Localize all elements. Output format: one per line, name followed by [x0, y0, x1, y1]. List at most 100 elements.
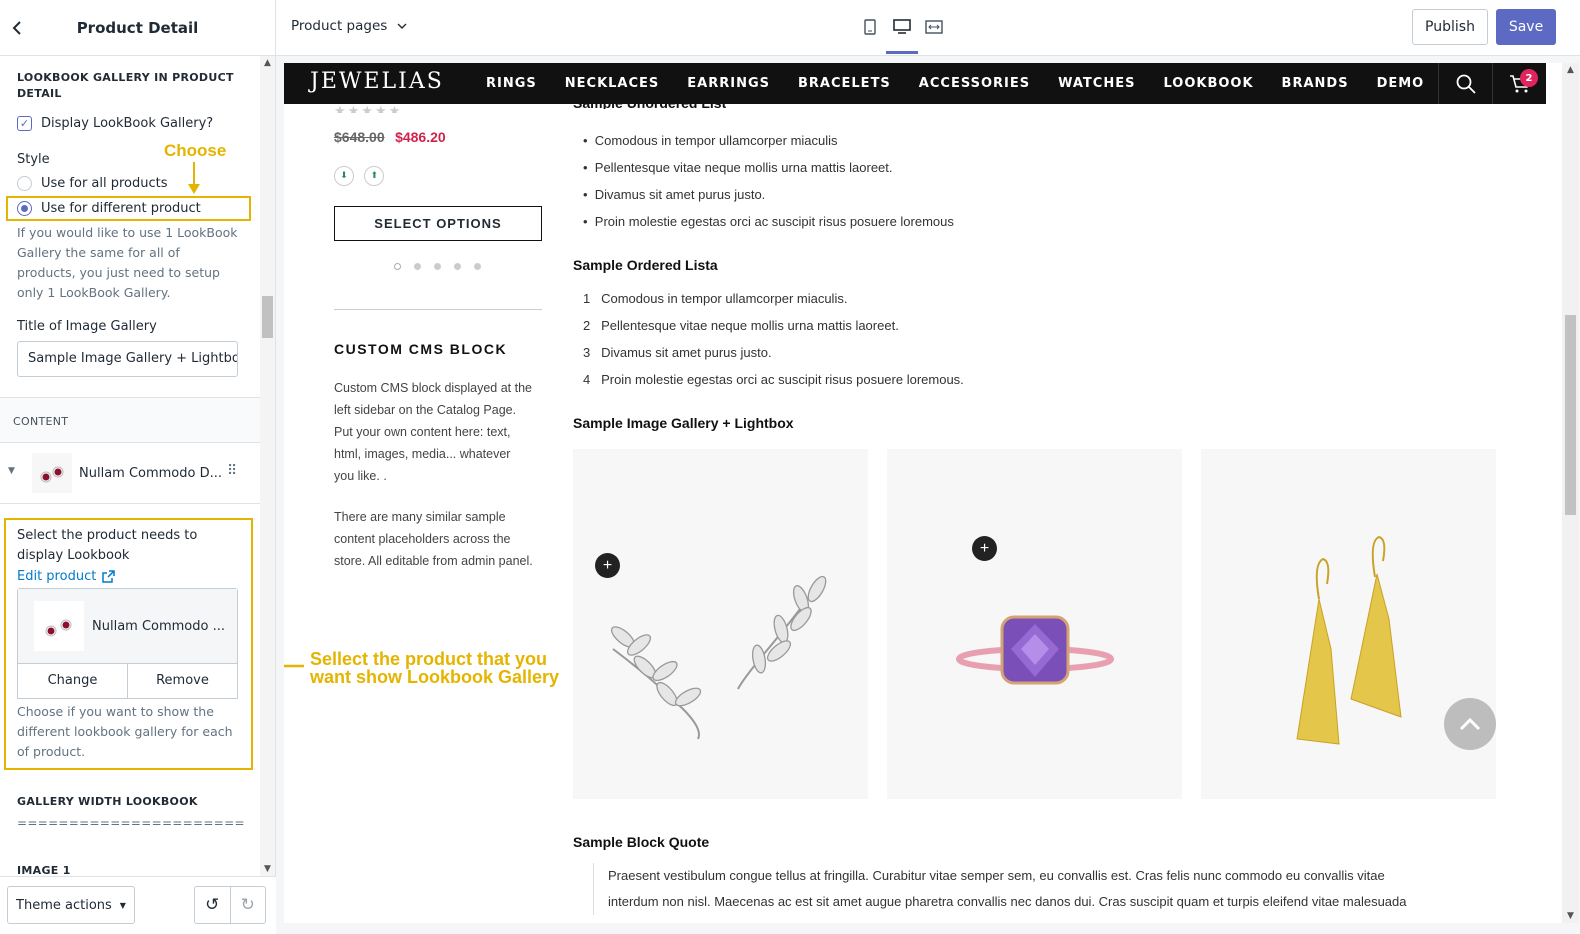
- list-item-text: Pellentesque vitae neque mollis urna mat…: [594, 160, 893, 175]
- caret-down-icon[interactable]: ▼: [8, 466, 15, 476]
- radio-use-all-label: Use for all products: [41, 176, 168, 191]
- list-item: 3 Divamus sit amet purus justo.: [583, 345, 772, 360]
- product-thumbnail: [32, 453, 72, 493]
- content-block-item[interactable]: ▼ Nullam Commodo D... ⠿: [0, 443, 260, 503]
- select-options-button[interactable]: SELECT OPTIONS: [334, 206, 542, 241]
- theme-actions-button[interactable]: Theme actions ▼: [7, 886, 135, 924]
- bullet-icon: •: [583, 214, 595, 229]
- scrollbar-thumb[interactable]: [1565, 315, 1576, 515]
- radio-use-different-product[interactable]: Use for different product: [17, 201, 201, 216]
- nav-watches[interactable]: WATCHES: [1058, 76, 1135, 91]
- swatch-icon[interactable]: ⬇: [334, 165, 354, 186]
- page-type-select[interactable]: Product pages: [291, 18, 407, 34]
- carousel-dot[interactable]: [414, 263, 421, 270]
- redo-icon[interactable]: ↻: [229, 887, 266, 923]
- store-logo[interactable]: JEWELIAS: [310, 69, 444, 94]
- quote-line: interdum non nisl. Maecenas ac est sit a…: [608, 894, 1407, 909]
- radio-use-different-label: Use for different product: [41, 201, 201, 216]
- gallery-title-input[interactable]: Sample Image Gallery + Lightbox: [17, 341, 238, 377]
- list-item: 2 Pellentesque vitae neque mollis urna m…: [583, 318, 899, 333]
- nav-lookbook[interactable]: LOOKBOOK: [1163, 76, 1253, 91]
- bullet-icon: •: [583, 160, 595, 175]
- checkbox-checked-icon[interactable]: ✓: [17, 116, 32, 131]
- desktop-view-icon[interactable]: [886, 16, 918, 54]
- radio-checked-icon[interactable]: [17, 201, 32, 216]
- quote-line: Praesent vestibulum congue tellus at fri…: [608, 868, 1385, 883]
- edit-product-link[interactable]: Edit product: [17, 569, 116, 584]
- lookbook-section-heading: LOOKBOOK GALLERY IN PRODUCT DETAIL: [17, 71, 234, 100]
- sidebar-header: Product Detail: [0, 0, 275, 56]
- caret-down-icon: ▼: [119, 900, 126, 910]
- sidebar-footer: Theme actions ▼ ↺ ↻: [0, 876, 276, 934]
- amethyst-ring-image: [956, 615, 1114, 685]
- scroll-up-icon[interactable]: ▲: [1562, 65, 1579, 75]
- choose-arrow-icon: [188, 162, 200, 194]
- sidebar-scrollbar[interactable]: ▲ ▼: [260, 56, 275, 876]
- scroll-up-icon[interactable]: ▲: [260, 56, 275, 70]
- display-lookbook-label: Display LookBook Gallery?: [41, 116, 214, 131]
- list-number: 4: [583, 372, 591, 387]
- unordered-list-heading: Sample Unordered List: [573, 99, 727, 109]
- radio-unchecked-icon[interactable]: [17, 176, 32, 191]
- scrollbar-thumb[interactable]: [262, 296, 273, 338]
- choose-annotation: Choose: [164, 141, 227, 160]
- remove-button[interactable]: Remove: [127, 663, 238, 699]
- publish-button[interactable]: Publish: [1412, 9, 1488, 45]
- back-to-top-button[interactable]: [1444, 698, 1496, 750]
- nav-brands[interactable]: BRANDS: [1282, 76, 1349, 91]
- list-item: 4 Proin molestie egestas orci ac suscipi…: [583, 372, 964, 387]
- content-item-label: Nullam Commodo D...: [79, 466, 223, 481]
- external-link-icon[interactable]: [102, 570, 116, 583]
- nav-necklaces[interactable]: NECKLACES: [565, 76, 660, 91]
- page-type-label: Product pages: [291, 18, 388, 34]
- scroll-down-icon[interactable]: ▼: [1562, 911, 1579, 921]
- device-switcher: [860, 16, 944, 54]
- gallery-image-amethyst-ring[interactable]: +: [887, 449, 1182, 799]
- fullscreen-view-icon[interactable]: [924, 16, 944, 38]
- carousel-dot[interactable]: [474, 263, 481, 270]
- plus-icon[interactable]: +: [972, 536, 997, 561]
- nav-accessories[interactable]: ACCESSORIES: [919, 76, 1030, 91]
- carousel-dot[interactable]: [454, 263, 461, 270]
- list-item: • Comodous in tempor ullamcorper miaculi…: [583, 133, 838, 148]
- style-help-text: If you would like to use 1 LookBook Gall…: [17, 225, 238, 300]
- carousel-dot[interactable]: [394, 263, 401, 270]
- earring-image-icon: [45, 619, 72, 637]
- scroll-down-icon[interactable]: ▼: [260, 862, 275, 876]
- image-heading: IMAGE 1: [17, 864, 71, 876]
- drag-handle-icon[interactable]: ⠿: [227, 463, 237, 479]
- plus-icon[interactable]: +: [595, 553, 620, 578]
- save-button[interactable]: Save: [1496, 9, 1556, 45]
- annotation-line: Sellect the product that you: [310, 649, 548, 669]
- select-product-arrow-icon: [284, 664, 304, 668]
- back-arrow-icon[interactable]: [0, 0, 34, 56]
- selected-product-name: Nullam Commodo ...: [92, 619, 225, 634]
- nav-earrings[interactable]: EARRINGS: [687, 76, 770, 91]
- rating-stars-icon: ★★★★★: [334, 103, 403, 113]
- nav-demo[interactable]: DEMO: [1377, 76, 1425, 91]
- editor-topbar: Product pages Publish Save: [276, 0, 1580, 56]
- chevron-down-icon: [397, 23, 407, 29]
- nav-rings[interactable]: RINGS: [486, 76, 537, 91]
- search-icon[interactable]: [1438, 63, 1492, 104]
- edit-product-link-text[interactable]: Edit product: [17, 569, 96, 584]
- earring-image-icon: [40, 466, 64, 483]
- annotation-line: want show Lookbook Gallery: [310, 667, 560, 687]
- change-button[interactable]: Change: [17, 663, 128, 699]
- carousel-dot[interactable]: [434, 263, 441, 270]
- cart-icon[interactable]: 2: [1492, 63, 1546, 104]
- radio-use-all-products[interactable]: Use for all products: [17, 176, 168, 191]
- list-item-text: Proin molestie egestas orci ac suscipit …: [601, 372, 964, 387]
- swatch-icon[interactable]: ⬆: [364, 165, 385, 186]
- undo-icon[interactable]: ↺: [195, 887, 230, 923]
- gold-earrings-image: [1296, 535, 1402, 745]
- mobile-view-icon[interactable]: [860, 16, 880, 38]
- list-item-text: Proin molestie egestas orci ac suscipit …: [594, 214, 954, 229]
- divider: [0, 503, 260, 504]
- display-lookbook-checkbox-row[interactable]: ✓ Display LookBook Gallery?: [17, 116, 213, 131]
- nav-bracelets[interactable]: BRACELETS: [798, 76, 891, 91]
- gallery-image-leaf-earrings[interactable]: +: [573, 449, 868, 799]
- gallery-image-gold-earrings[interactable]: [1201, 449, 1496, 799]
- cms-block-title: CUSTOM CMS BLOCK: [334, 341, 508, 357]
- preview-scrollbar[interactable]: ▲ ▼: [1562, 63, 1579, 923]
